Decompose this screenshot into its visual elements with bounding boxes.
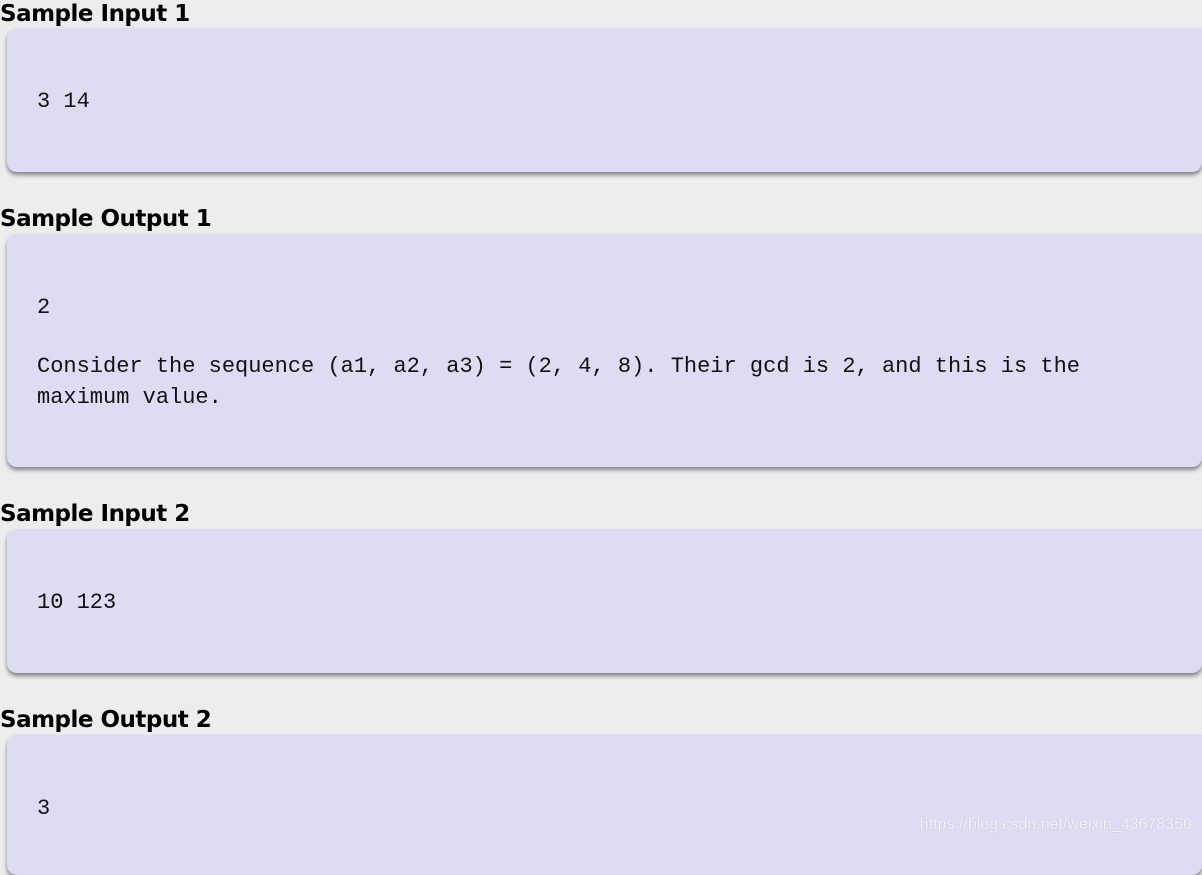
sample-output-2-heading: Sample Output 2 <box>0 707 212 733</box>
sample-output-1-box: 2 Consider the sequence (a1, a2, a3) = (… <box>7 234 1202 467</box>
sample-input-2-box: 10 123 <box>7 529 1202 673</box>
sample-output-1-explanation: Consider the sequence (a1, a2, a3) = (2,… <box>37 354 1094 410</box>
sample-input-1-text: 3 14 <box>37 89 90 114</box>
sample-output-1-heading: Sample Output 1 <box>0 206 212 232</box>
sample-input-2-text: 10 123 <box>37 590 117 615</box>
watermark: https://blog.csdn.net/weixin_43678350 <box>919 816 1192 833</box>
sample-output-1-value: 2 <box>37 295 51 320</box>
sample-output-2-box: 3 <box>7 735 1202 875</box>
sample-input-1-heading: Sample Input 1 <box>0 1 190 27</box>
sample-input-1-box: 3 14 <box>7 28 1202 172</box>
sample-input-2-heading: Sample Input 2 <box>0 501 190 527</box>
